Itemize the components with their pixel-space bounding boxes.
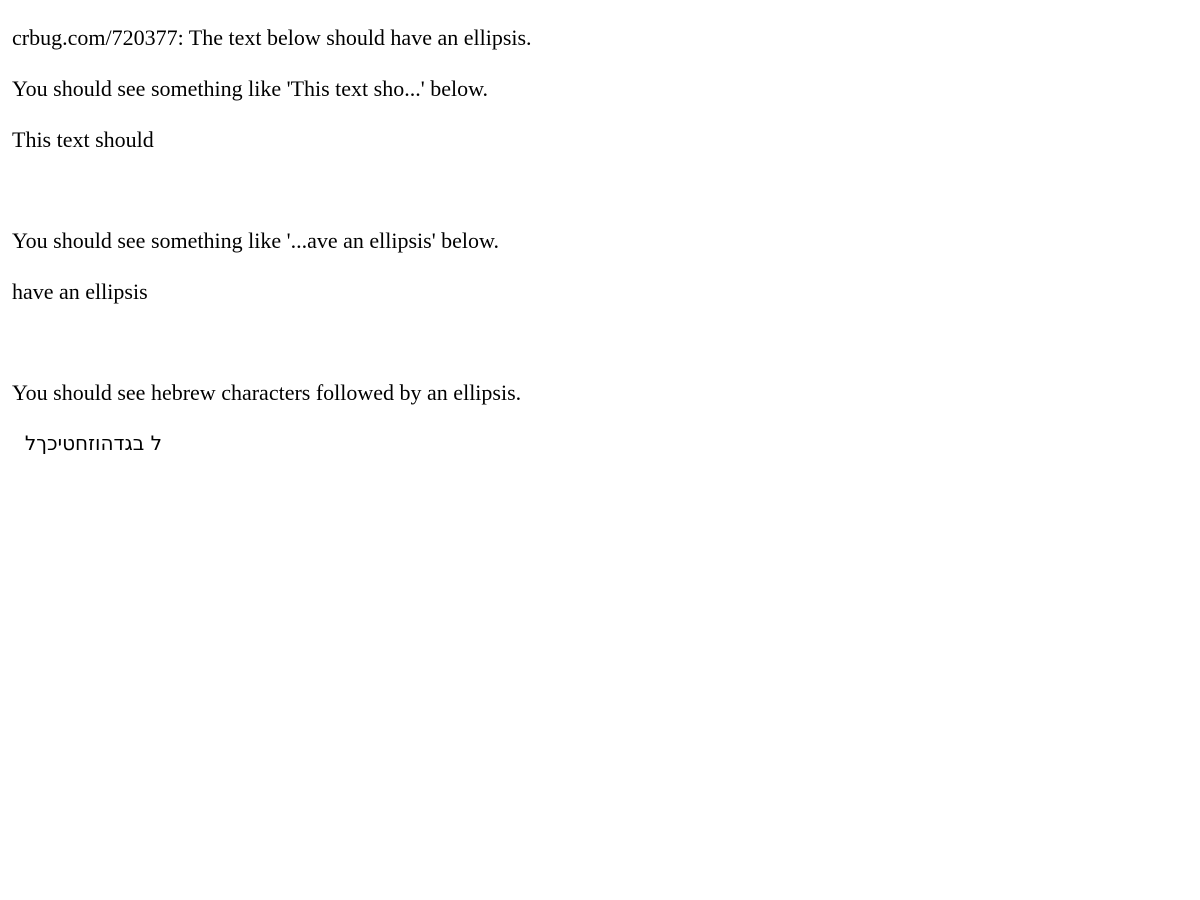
test1-instruction: You should see something like 'This text… [12, 76, 489, 101]
test3-instruction: You should see hebrew characters followe… [12, 380, 522, 405]
test3-hebrew-ellipsis-sample: ל בגדהוזחטיכךל [24, 431, 162, 455]
test1-ellipsis-sample: This text should [12, 127, 154, 152]
test2-ellipsis-sample: have an ellipsis [12, 279, 148, 304]
test2-instruction: You should see something like '...ave an… [12, 228, 499, 253]
intro-text: crbug.com/720377: The text below should … [12, 25, 532, 50]
